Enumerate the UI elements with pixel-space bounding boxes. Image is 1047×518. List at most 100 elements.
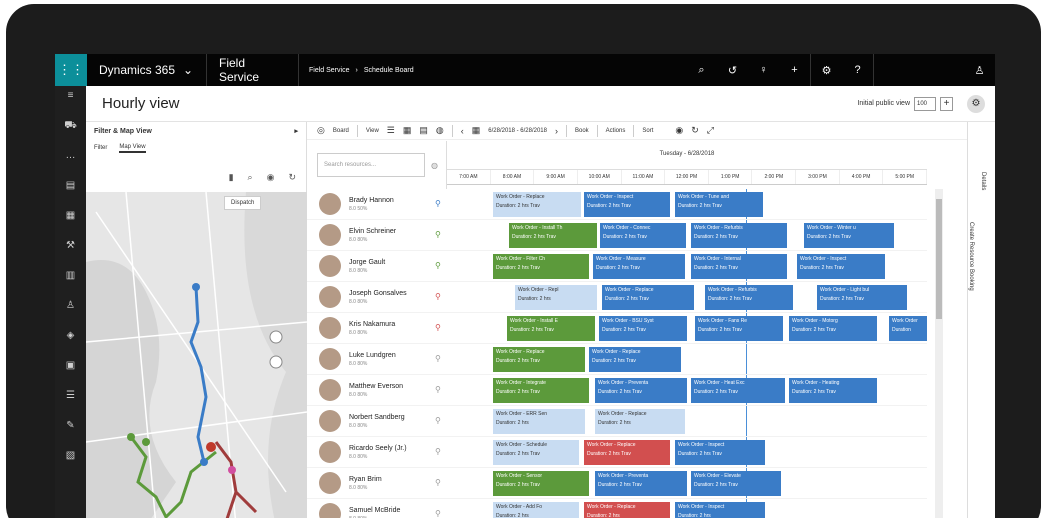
map-pin-icon[interactable]: ⚲: [435, 261, 441, 270]
booking-block[interactable]: Work Order - Fans Re Duration: 2 hrs Trav: [695, 316, 783, 341]
search-icon[interactable]: ⌕: [686, 64, 717, 77]
dispatch-button[interactable]: Dispatch: [224, 196, 262, 210]
booking-block[interactable]: Work Order - Replace Duration: 2 hrs: [584, 502, 670, 518]
resource-row[interactable]: Samuel McBride8.0 80% ⚲: [307, 499, 447, 518]
chevron-right-icon[interactable]: ›: [555, 126, 558, 136]
booking-block[interactable]: Work Order - Refurbis Duration: 2 hrs Tra…: [691, 223, 787, 248]
booking-block[interactable]: Work Order - Replace Duration: 2 hrs Trav: [602, 285, 694, 310]
booking-block[interactable]: Work Order - Preventa Duration: 2 hrs Tra…: [595, 471, 687, 496]
map-pin-icon[interactable]: ⚲: [435, 354, 441, 363]
history-icon[interactable]: ↺: [717, 64, 748, 77]
map-view[interactable]: Dispatch: [85, 191, 308, 518]
resource-row[interactable]: Brady Hannon 8.0 50% ⚲: [307, 189, 447, 220]
resource-row[interactable]: Joseph Gonsalves 8.0 80% ⚲: [307, 282, 447, 313]
booking-block[interactable]: Work Order - Filter Ch Duration: 2 hrs Tr…: [493, 254, 589, 279]
plus-icon[interactable]: +: [779, 64, 810, 76]
resource-row[interactable]: Jorge Gault 8.0 80% ⚲: [307, 251, 447, 282]
resource-row[interactable]: Norbert Sandberg 8.0 80% ⚲: [307, 406, 447, 437]
target-icon[interactable]: ◉: [267, 172, 275, 183]
refresh-icon[interactable]: ↻: [288, 172, 296, 183]
booking-block[interactable]: Work Order - Add Fo Duration: 2 hrs: [493, 502, 579, 518]
map-pin-icon[interactable]: ⚲: [435, 292, 441, 301]
help-icon[interactable]: ?: [842, 64, 873, 76]
booking-block[interactable]: Work Order - Light bul Duration: 2 hrs Tr…: [817, 285, 907, 310]
booking-block[interactable]: Work Order - Tune and Duration: 2 hrs Tra…: [675, 192, 763, 217]
booking-block[interactable]: Work Order - Connec Duration: 2 hrs Trav: [600, 223, 686, 248]
location-icon[interactable]: ◈: [55, 326, 86, 346]
booking-block[interactable]: Work Order - Elevate Duration: 2 hrs Trav: [691, 471, 781, 496]
trash-icon[interactable]: ▮: [229, 172, 234, 183]
booking-block[interactable]: Work Order - Replace Duration: 2 hrs Trav: [493, 192, 581, 217]
app-name[interactable]: Field Service: [207, 54, 299, 86]
breadcrumb-item[interactable]: Field Service: [309, 67, 349, 74]
list-icon[interactable]: ☰: [55, 386, 86, 406]
actions-dropdown[interactable]: Actions: [606, 128, 626, 134]
resource-row[interactable]: Matthew Everson 8.0 80% ⚲: [307, 375, 447, 406]
zoom-input[interactable]: 100: [914, 96, 936, 111]
vertical-scrollbar[interactable]: [935, 189, 943, 518]
booking-block[interactable]: Work Order - Integrate Duration: 2 hrs Tr…: [493, 378, 589, 403]
user-icon[interactable]: ♙: [964, 64, 995, 77]
app-launcher-icon[interactable]: ⋮⋮: [55, 54, 87, 86]
booking-block[interactable]: Work Order - Heat Exc Duration: 2 hrs Tra…: [691, 378, 785, 403]
resource-row[interactable]: Elvin Schreiner 8.0 80% ⚲: [307, 220, 447, 251]
booking-block[interactable]: Work Order - Inspect Duration: 2 hrs Trav: [584, 192, 670, 217]
ellipsis-icon[interactable]: …: [55, 146, 86, 166]
create-booking-label[interactable]: Create Resource Booking: [968, 222, 974, 291]
booking-block[interactable]: Work Order - Replace Duration: 2 hrs Trav: [493, 347, 585, 372]
details-label[interactable]: Details: [980, 172, 986, 190]
search-input[interactable]: Search resources...: [317, 153, 425, 177]
person-icon[interactable]: ♙: [55, 296, 86, 316]
resource-row[interactable]: Kris Nakamura 8.0 80% ⚲: [307, 313, 447, 344]
lightbulb-icon[interactable]: ♀: [748, 64, 779, 76]
booking-block[interactable]: Work Order - Refurbis Duration: 2 hrs Tra…: [705, 285, 793, 310]
booking-block[interactable]: Work Order - Inspect Duration: 2 hrs Trav: [797, 254, 885, 279]
zoom-in-button[interactable]: +: [940, 96, 953, 111]
booking-block[interactable]: Work Order - Replace Duration: 2 hrs Trav: [584, 440, 670, 465]
calendar-icon[interactable]: ▦: [55, 206, 86, 226]
location-icon[interactable]: ◍: [431, 161, 438, 170]
booking-block[interactable]: Work Order - BSU Syst Duration: 2 hrs Tra…: [599, 316, 687, 341]
booking-block[interactable]: Work Order - Replace Duration: 2 hrs: [595, 409, 685, 434]
booking-block[interactable]: Work Order - Motorg Duration: 2 hrs Trav: [789, 316, 877, 341]
booking-block[interactable]: Work Order - Inspect Duration: 2 hrs Trav: [675, 440, 765, 465]
breadcrumb-item[interactable]: Schedule Board: [364, 67, 414, 74]
board-dropdown[interactable]: Board: [333, 128, 349, 134]
booking-block[interactable]: Work Order - Preventa Duration: 2 hrs Tra…: [595, 378, 687, 403]
date-range[interactable]: 6/28/2018 - 6/28/2018: [488, 128, 547, 134]
gear-icon[interactable]: ⚙: [811, 64, 842, 77]
map-pin-icon[interactable]: ⚲: [435, 416, 441, 425]
search-icon[interactable]: ⌕: [248, 172, 253, 183]
chevron-left-icon[interactable]: ‹: [461, 126, 464, 136]
map-pin-icon[interactable]: ⚲: [435, 230, 441, 239]
booking-block[interactable]: Work Order - Internal Duration: 2 hrs Tra…: [691, 254, 787, 279]
map-pin-icon[interactable]: ⚲: [435, 323, 441, 332]
collapse-icon[interactable]: ▸: [294, 127, 298, 135]
map-pin-icon[interactable]: ⚲: [435, 509, 441, 518]
booking-block[interactable]: Work Order - Measure Duration: 2 hrs Trav: [593, 254, 685, 279]
map-pin-icon[interactable]: ⚲: [435, 199, 441, 208]
pencil-icon[interactable]: ✎: [55, 416, 86, 436]
tab-map-view[interactable]: Map View: [119, 144, 146, 153]
booking-block[interactable]: Work Order - Install E Duration: 2 hrs Tr…: [507, 316, 595, 341]
map-pin-icon[interactable]: ⚲: [435, 478, 441, 487]
booking-block[interactable]: Work Order - Replace Duration: 2 hrs Trav: [589, 347, 681, 372]
booking-block[interactable]: Work Order - Heating Duration: 2 hrs Trav: [789, 378, 877, 403]
booking-block[interactable]: Work Order - Schedule Duration: 2 hrs Tra…: [493, 440, 579, 465]
booking-block[interactable]: Work Order - Sensor Duration: 2 hrs Trav: [493, 471, 589, 496]
booking-block[interactable]: Work Order Duration: [889, 316, 927, 341]
truck-icon[interactable]: ⛟: [55, 116, 86, 136]
map-pin-icon[interactable]: ⚲: [435, 385, 441, 394]
brand-menu[interactable]: Dynamics 365 ⌄: [87, 54, 207, 86]
refresh-icon[interactable]: ↻: [691, 125, 699, 136]
booking-block[interactable]: Work Order - Winter u Duration: 2 hrs Tra…: [804, 223, 894, 248]
sort-dropdown[interactable]: Sort: [642, 128, 653, 134]
globe-icon[interactable]: ◍: [436, 125, 444, 136]
target-icon[interactable]: ◉: [675, 125, 683, 136]
grid-view-icon[interactable]: ▦: [403, 125, 412, 136]
list-view-icon[interactable]: ☰: [387, 125, 395, 136]
table-view-icon[interactable]: ▤: [419, 125, 428, 136]
booking-block[interactable]: Work Order - Install Th Duration: 2 hrs T…: [509, 223, 597, 248]
booking-block[interactable]: Work Order - Repl Duration: 2 hrs: [515, 285, 597, 310]
report-icon[interactable]: ▧: [55, 446, 86, 466]
